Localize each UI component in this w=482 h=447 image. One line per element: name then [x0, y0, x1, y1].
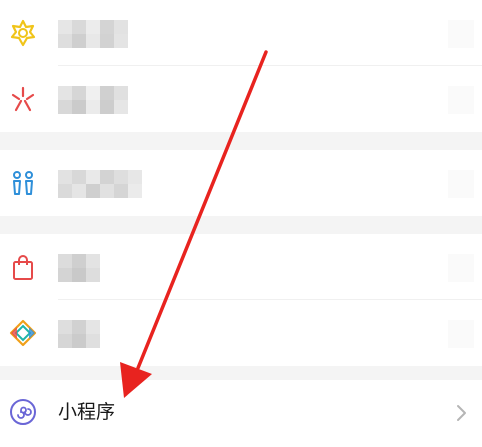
blurred-value [448, 20, 474, 48]
section-gap [0, 132, 482, 150]
star-badge-icon [8, 18, 38, 48]
menu-item-5[interactable] [0, 300, 482, 366]
blurred-label [58, 170, 142, 198]
menu-item-3[interactable] [0, 150, 482, 216]
sparkle-icon [8, 84, 38, 114]
blurred-value [448, 170, 474, 198]
menu-item-4[interactable] [0, 234, 482, 300]
blurred-value [448, 320, 474, 348]
blurred-value [448, 254, 474, 282]
section-gap [0, 216, 482, 234]
menu-item-mini-programs[interactable]: 小程序 [0, 380, 482, 447]
diamond-icon [8, 318, 38, 348]
discover-page: 小程序 [0, 0, 482, 447]
blurred-label [58, 20, 128, 48]
blurred-value [448, 86, 474, 114]
blurred-label [58, 86, 128, 114]
people-icon [8, 168, 38, 198]
section-gap [0, 366, 482, 380]
shopping-bag-icon [8, 252, 38, 282]
chevron-right-icon [452, 402, 472, 424]
menu-item-2[interactable] [0, 66, 482, 132]
blurred-label [58, 254, 100, 282]
mini-program-label: 小程序 [58, 401, 116, 423]
blurred-label [58, 320, 100, 348]
menu-item-1[interactable] [0, 0, 482, 66]
mini-program-icon [8, 397, 38, 427]
